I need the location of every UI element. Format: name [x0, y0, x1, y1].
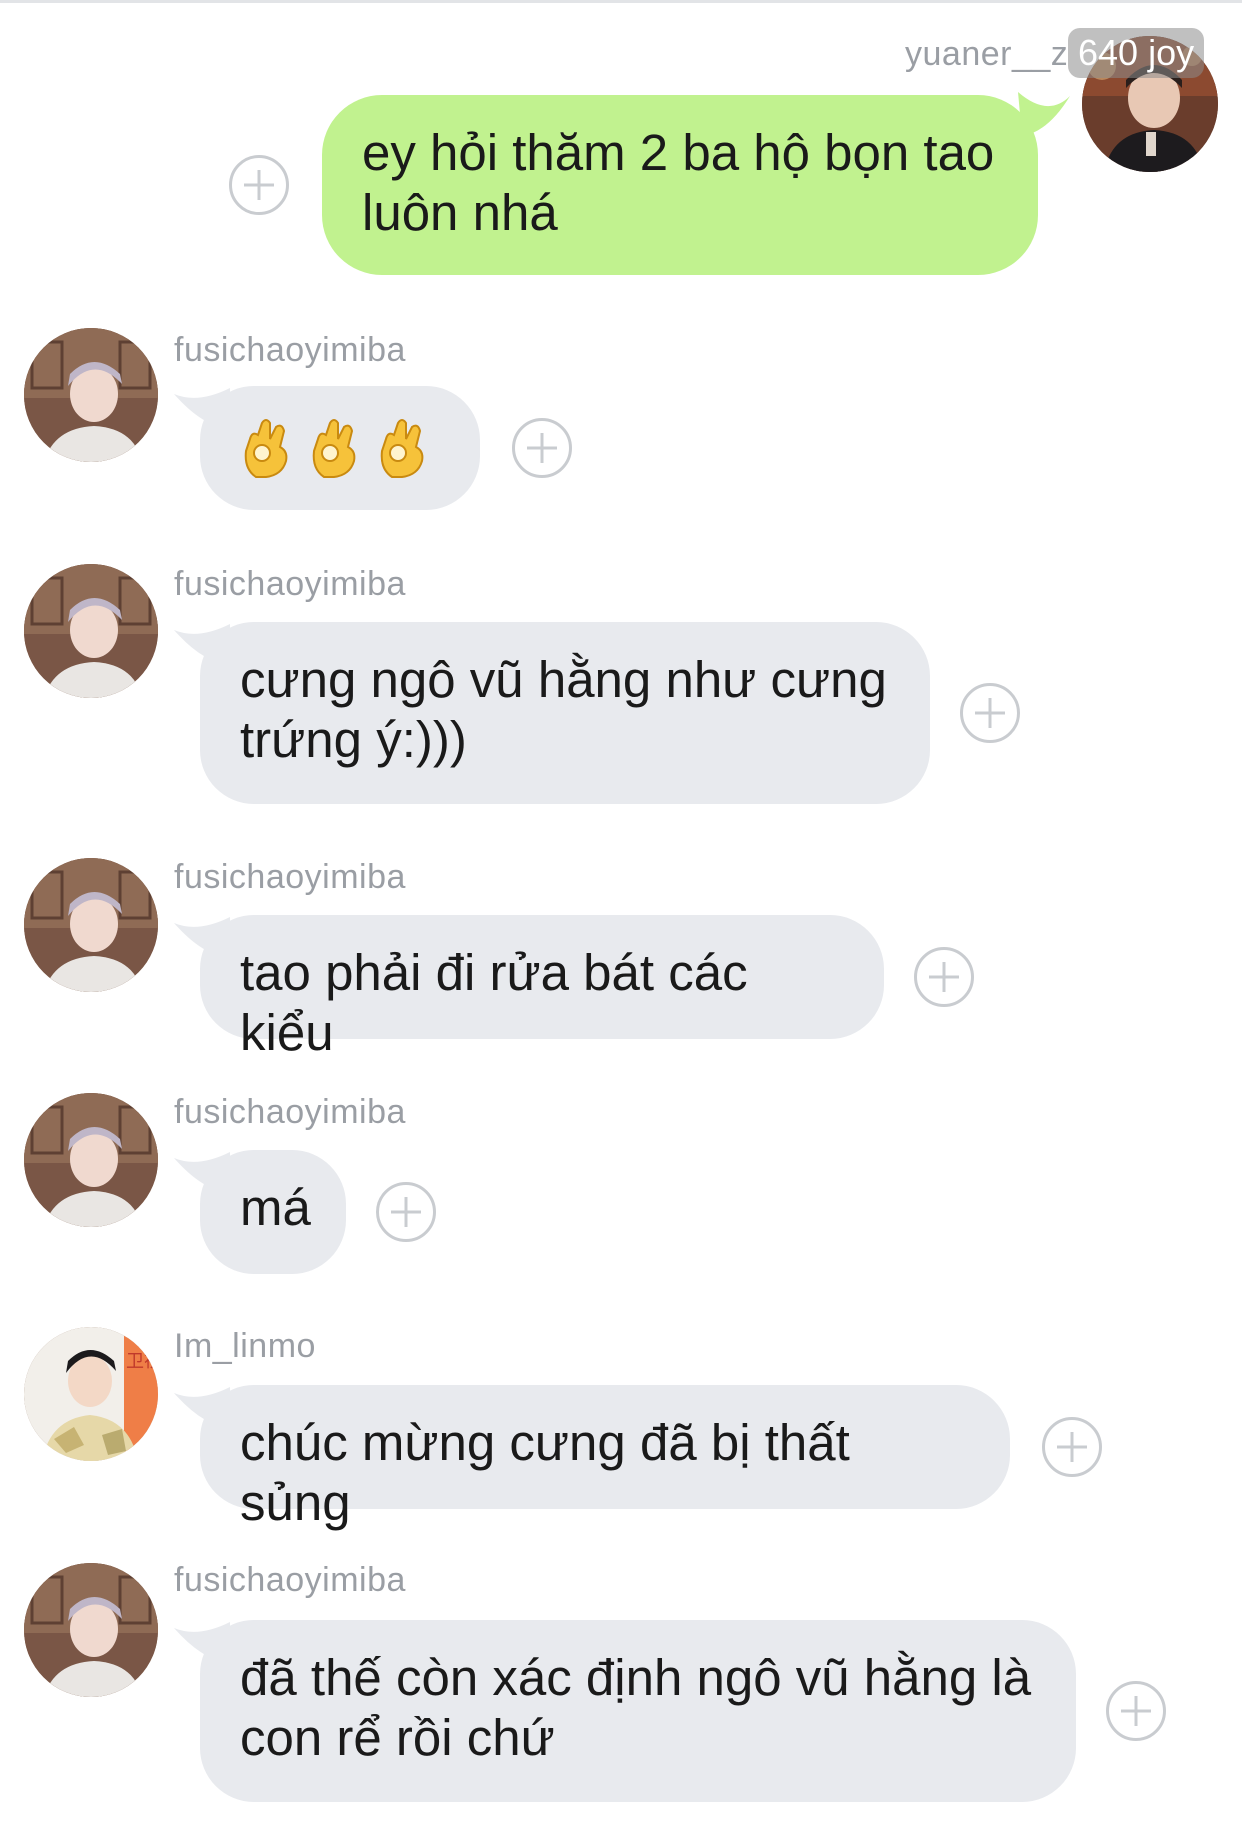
ok-hand-emoji [240, 417, 292, 479]
joy-badge: 640 joy [1068, 28, 1205, 78]
sender-name: Im_linmo [174, 1327, 316, 1365]
sender-name: fusichaoyimiba [174, 565, 406, 603]
avatar-fusichaoyimiba[interactable] [24, 1563, 158, 1697]
avatar-fusichaoyimiba[interactable] [24, 328, 158, 462]
add-reaction-button[interactable] [229, 155, 289, 215]
message-bubble[interactable]: cưng ngô vũ hằng như cưng trứng ý:))) [200, 622, 930, 804]
message-bubble[interactable]: đã thế còn xác định ngô vũ hằng là con r… [200, 1620, 1076, 1802]
add-reaction-button[interactable] [512, 418, 572, 478]
sender-name: fusichaoyimiba [174, 858, 406, 896]
add-reaction-button[interactable] [376, 1182, 436, 1242]
message-bubble[interactable]: tao phải đi rửa bát các kiểu [200, 915, 884, 1061]
message-text: má [240, 1179, 311, 1236]
message-bubble[interactable] [200, 386, 480, 510]
add-reaction-button[interactable] [1042, 1417, 1102, 1477]
add-reaction-button[interactable] [1106, 1681, 1166, 1741]
sender-name: fusichaoyimiba [174, 331, 406, 369]
message-bubble[interactable]: má [200, 1150, 346, 1274]
avatar-fusichaoyimiba[interactable] [24, 858, 158, 992]
add-reaction-button[interactable] [914, 947, 974, 1007]
message-bubble[interactable]: chúc mừng cưng đã bị thất sủng [200, 1385, 1010, 1531]
message-text: đã thế còn xác định ngô vũ hằng là con r… [240, 1649, 1032, 1766]
my-sender-name: yuaner__z [905, 35, 1069, 73]
avatar-im-linmo[interactable]: 卫视 [24, 1327, 158, 1461]
avatar-fusichaoyimiba[interactable] [24, 1093, 158, 1227]
message-text: chúc mừng cưng đã bị thất sủng [240, 1414, 864, 1531]
message-text: ey hỏi thăm 2 ba hộ bọn tao luôn nhá [362, 124, 995, 241]
sender-name: fusichaoyimiba [174, 1561, 406, 1599]
svg-text:卫视: 卫视 [126, 1351, 158, 1372]
message-text: cưng ngô vũ hằng như cưng trứng ý:))) [240, 651, 887, 768]
add-reaction-button[interactable] [960, 683, 1020, 743]
my-message-bubble[interactable]: ey hỏi thăm 2 ba hộ bọn tao luôn nhá [322, 95, 1038, 275]
ok-hand-emoji [376, 417, 428, 479]
avatar-fusichaoyimiba[interactable] [24, 564, 158, 698]
sender-name: fusichaoyimiba [174, 1093, 406, 1131]
ok-hand-emoji [308, 417, 360, 479]
top-divider [0, 0, 1242, 3]
message-text: tao phải đi rửa bát các kiểu [240, 944, 762, 1061]
